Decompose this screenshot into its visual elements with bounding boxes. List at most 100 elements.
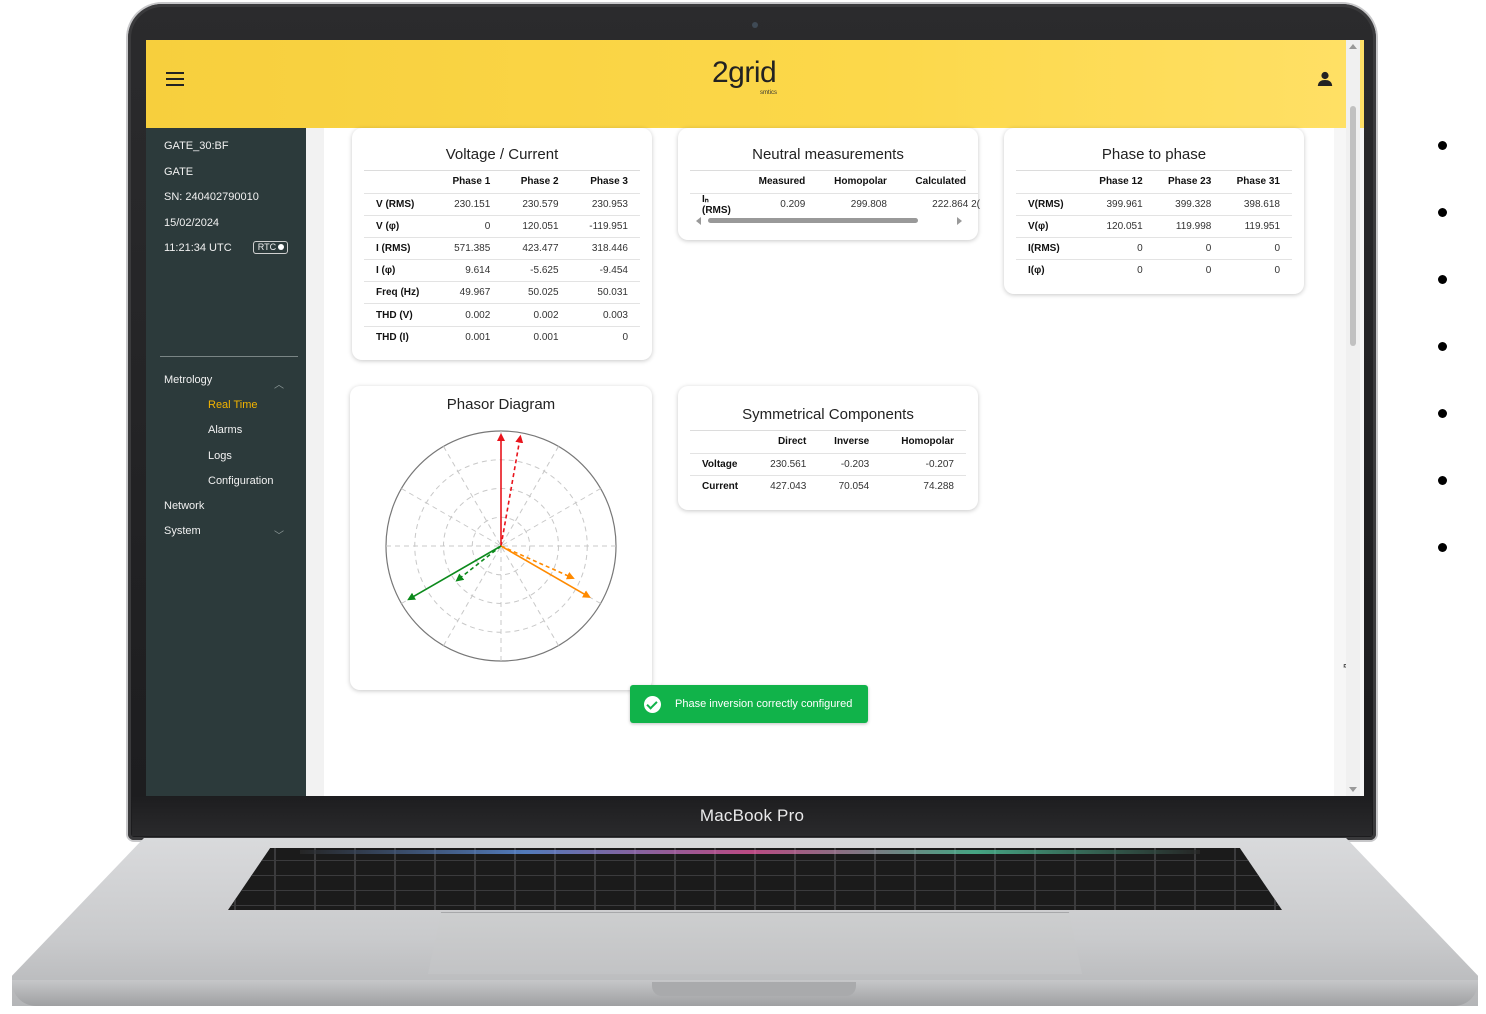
table-cell-overflow: 2( bbox=[971, 199, 980, 210]
card-title: Phasor Diagram bbox=[446, 396, 556, 413]
row-label: THD (V) bbox=[364, 303, 434, 327]
bullet-list bbox=[1438, 138, 1448, 607]
column-header: Phase 12 bbox=[1099, 176, 1143, 188]
scroll-left-icon[interactable] bbox=[696, 217, 701, 225]
table-cell: -0.207 bbox=[881, 452, 966, 476]
table-cell: 0.003 bbox=[570, 303, 640, 327]
sidebar-item-alarms[interactable]: Alarms bbox=[146, 418, 306, 443]
table-row: Iₙ (RMS) 0.209 299.808 222.864 2( bbox=[690, 192, 980, 216]
neutral-measurements-card: Neutral measurements Measured Homopolar … bbox=[678, 128, 980, 240]
table-cell: 120.051 bbox=[1086, 214, 1155, 238]
sidebar-item-configuration[interactable]: Configuration bbox=[146, 469, 306, 494]
hamburger-menu-icon[interactable] bbox=[166, 72, 184, 86]
success-toast[interactable]: Phase inversion correctly configured bbox=[630, 685, 868, 723]
trackpad bbox=[428, 912, 1082, 974]
user-account-icon[interactable] bbox=[1316, 70, 1334, 88]
sidebar-item-network[interactable]: Network bbox=[146, 494, 306, 519]
card-title: Neutral measurements bbox=[752, 146, 904, 163]
card-title: Voltage / Current bbox=[445, 146, 559, 163]
rtc-badge: RTC bbox=[252, 241, 289, 254]
sidebar-item-label: Real Time bbox=[208, 399, 258, 412]
top-bar: 2grid smtics bbox=[146, 40, 1364, 128]
main-content: Voltage / Current Phase 1 Phase 2 Phase … bbox=[324, 128, 1352, 796]
table-header-row: Phase 1 Phase 2 Phase 3 bbox=[364, 171, 640, 193]
voltage-current-card: Voltage / Current Phase 1 Phase 2 Phase … bbox=[352, 128, 652, 360]
table-corner bbox=[690, 431, 754, 453]
table-cell: 49.967 bbox=[434, 281, 503, 304]
table-row: I(RMS) 0 0 0 bbox=[1016, 236, 1292, 260]
check-circle-icon bbox=[644, 695, 661, 713]
column-header: Calculated bbox=[915, 176, 966, 188]
symmetrical-components-table: Direct Inverse Homopolar Voltage 230.561-… bbox=[690, 431, 966, 498]
bullet-item bbox=[1438, 540, 1448, 607]
row-label: Current bbox=[690, 474, 754, 498]
card-title: Phase to phase bbox=[1101, 146, 1207, 163]
scroll-up-icon[interactable] bbox=[1349, 44, 1357, 49]
neutral-table: Measured Homopolar Calculated Iₙ (RMS) 0… bbox=[690, 171, 980, 216]
row-label: V(RMS) bbox=[1016, 192, 1086, 216]
table-cell: -9.454 bbox=[570, 259, 640, 282]
bullet-item bbox=[1438, 339, 1448, 406]
rtc-label: RTC bbox=[257, 242, 277, 252]
sidebar-item-label: System bbox=[164, 525, 201, 538]
table-row: Voltage 230.561 -0.203 -0.207 bbox=[690, 452, 966, 476]
card-title: Symmetrical Components bbox=[742, 406, 914, 423]
scroll-down-icon[interactable] bbox=[1349, 787, 1357, 792]
phasor-vector bbox=[500, 434, 524, 547]
table-row: I (φ) 9.614 -5.625 -9.454 bbox=[364, 259, 640, 282]
table-cell: 0 bbox=[570, 325, 640, 349]
row-label: Voltage bbox=[690, 452, 754, 476]
row-label: I(RMS) bbox=[1016, 236, 1086, 260]
phasor-vector bbox=[500, 545, 575, 580]
table-cell: 222.864 2( bbox=[898, 192, 980, 216]
logo-subtext: smtics bbox=[760, 90, 777, 96]
table-row: Freq (Hz) 49.967 50.025 50.031 bbox=[364, 281, 640, 304]
row-label: V (φ) bbox=[364, 214, 434, 238]
row-label: I(φ) bbox=[1016, 259, 1086, 282]
sidebar-item-metrology[interactable]: Metrology ︿ bbox=[146, 368, 306, 393]
device-time: 11:21:34 UTC bbox=[164, 242, 232, 254]
phasor-diagram-card: Phasor Diagram bbox=[350, 386, 652, 690]
row-label: Freq (Hz) bbox=[364, 281, 434, 304]
table-cell: 399.961 bbox=[1086, 192, 1155, 216]
bullet-item bbox=[1438, 205, 1448, 272]
scrollbar-thumb[interactable] bbox=[1350, 106, 1356, 346]
vertical-scrollbar[interactable] bbox=[1346, 40, 1360, 796]
table-row: V (RMS) 230.151 230.579 230.953 bbox=[364, 192, 640, 216]
sidebar-item-real-time[interactable]: Real Time bbox=[146, 393, 306, 418]
table-cell: 0 bbox=[1086, 236, 1155, 260]
table-row: V(RMS) 399.961 399.328 398.618 bbox=[1016, 192, 1292, 216]
table-cell: 120.051 bbox=[502, 214, 571, 238]
table-cell: 0.001 bbox=[502, 325, 571, 349]
table-cell: 230.561 bbox=[754, 452, 819, 476]
table-cell: 119.998 bbox=[1154, 214, 1224, 238]
table-cell: 427.043 bbox=[754, 474, 819, 498]
voltage-current-table: Phase 1 Phase 2 Phase 3 V (RMS) 230.151 23… bbox=[364, 171, 640, 349]
phasor-diagram bbox=[385, 430, 617, 662]
column-header: Inverse bbox=[834, 436, 870, 448]
app-screen: 2grid smtics GATE_30:BF GATE SN: 2404027… bbox=[146, 40, 1364, 796]
column-header: Homopolar bbox=[901, 436, 954, 448]
sidebar-item-label: Logs bbox=[208, 449, 232, 462]
column-header: Direct bbox=[777, 436, 807, 448]
row-label: V(φ) bbox=[1016, 214, 1086, 238]
scrollbar-thumb[interactable] bbox=[708, 218, 918, 223]
table-cell: 299.808 bbox=[817, 192, 899, 216]
sidebar-item-system[interactable]: System ﹀ bbox=[146, 519, 306, 544]
sidebar-item-logs[interactable]: Logs bbox=[146, 444, 306, 469]
device-time-row: 11:21:34 UTC RTC bbox=[164, 240, 306, 266]
sidebar-nav: Metrology ︿ Real Time Alarms Logs Config… bbox=[146, 368, 306, 544]
column-header: Phase 1 bbox=[452, 176, 491, 188]
table-cell: 571.385 bbox=[434, 236, 503, 260]
scroll-right-icon[interactable] bbox=[957, 217, 962, 225]
table-cell: 0 bbox=[1086, 259, 1155, 282]
phasor-vector bbox=[407, 545, 502, 601]
table-cell: 74.288 bbox=[881, 474, 966, 498]
table-corner bbox=[1016, 171, 1086, 193]
sidebar-divider bbox=[160, 356, 298, 357]
table-header-row: Direct Inverse Homopolar bbox=[690, 431, 966, 453]
table-cell: 318.446 bbox=[570, 236, 640, 260]
table-cell: 119.951 bbox=[1223, 214, 1292, 238]
horizontal-scrollbar[interactable] bbox=[696, 216, 962, 226]
table-row: V (φ) 0 120.051 -119.951 bbox=[364, 214, 640, 238]
